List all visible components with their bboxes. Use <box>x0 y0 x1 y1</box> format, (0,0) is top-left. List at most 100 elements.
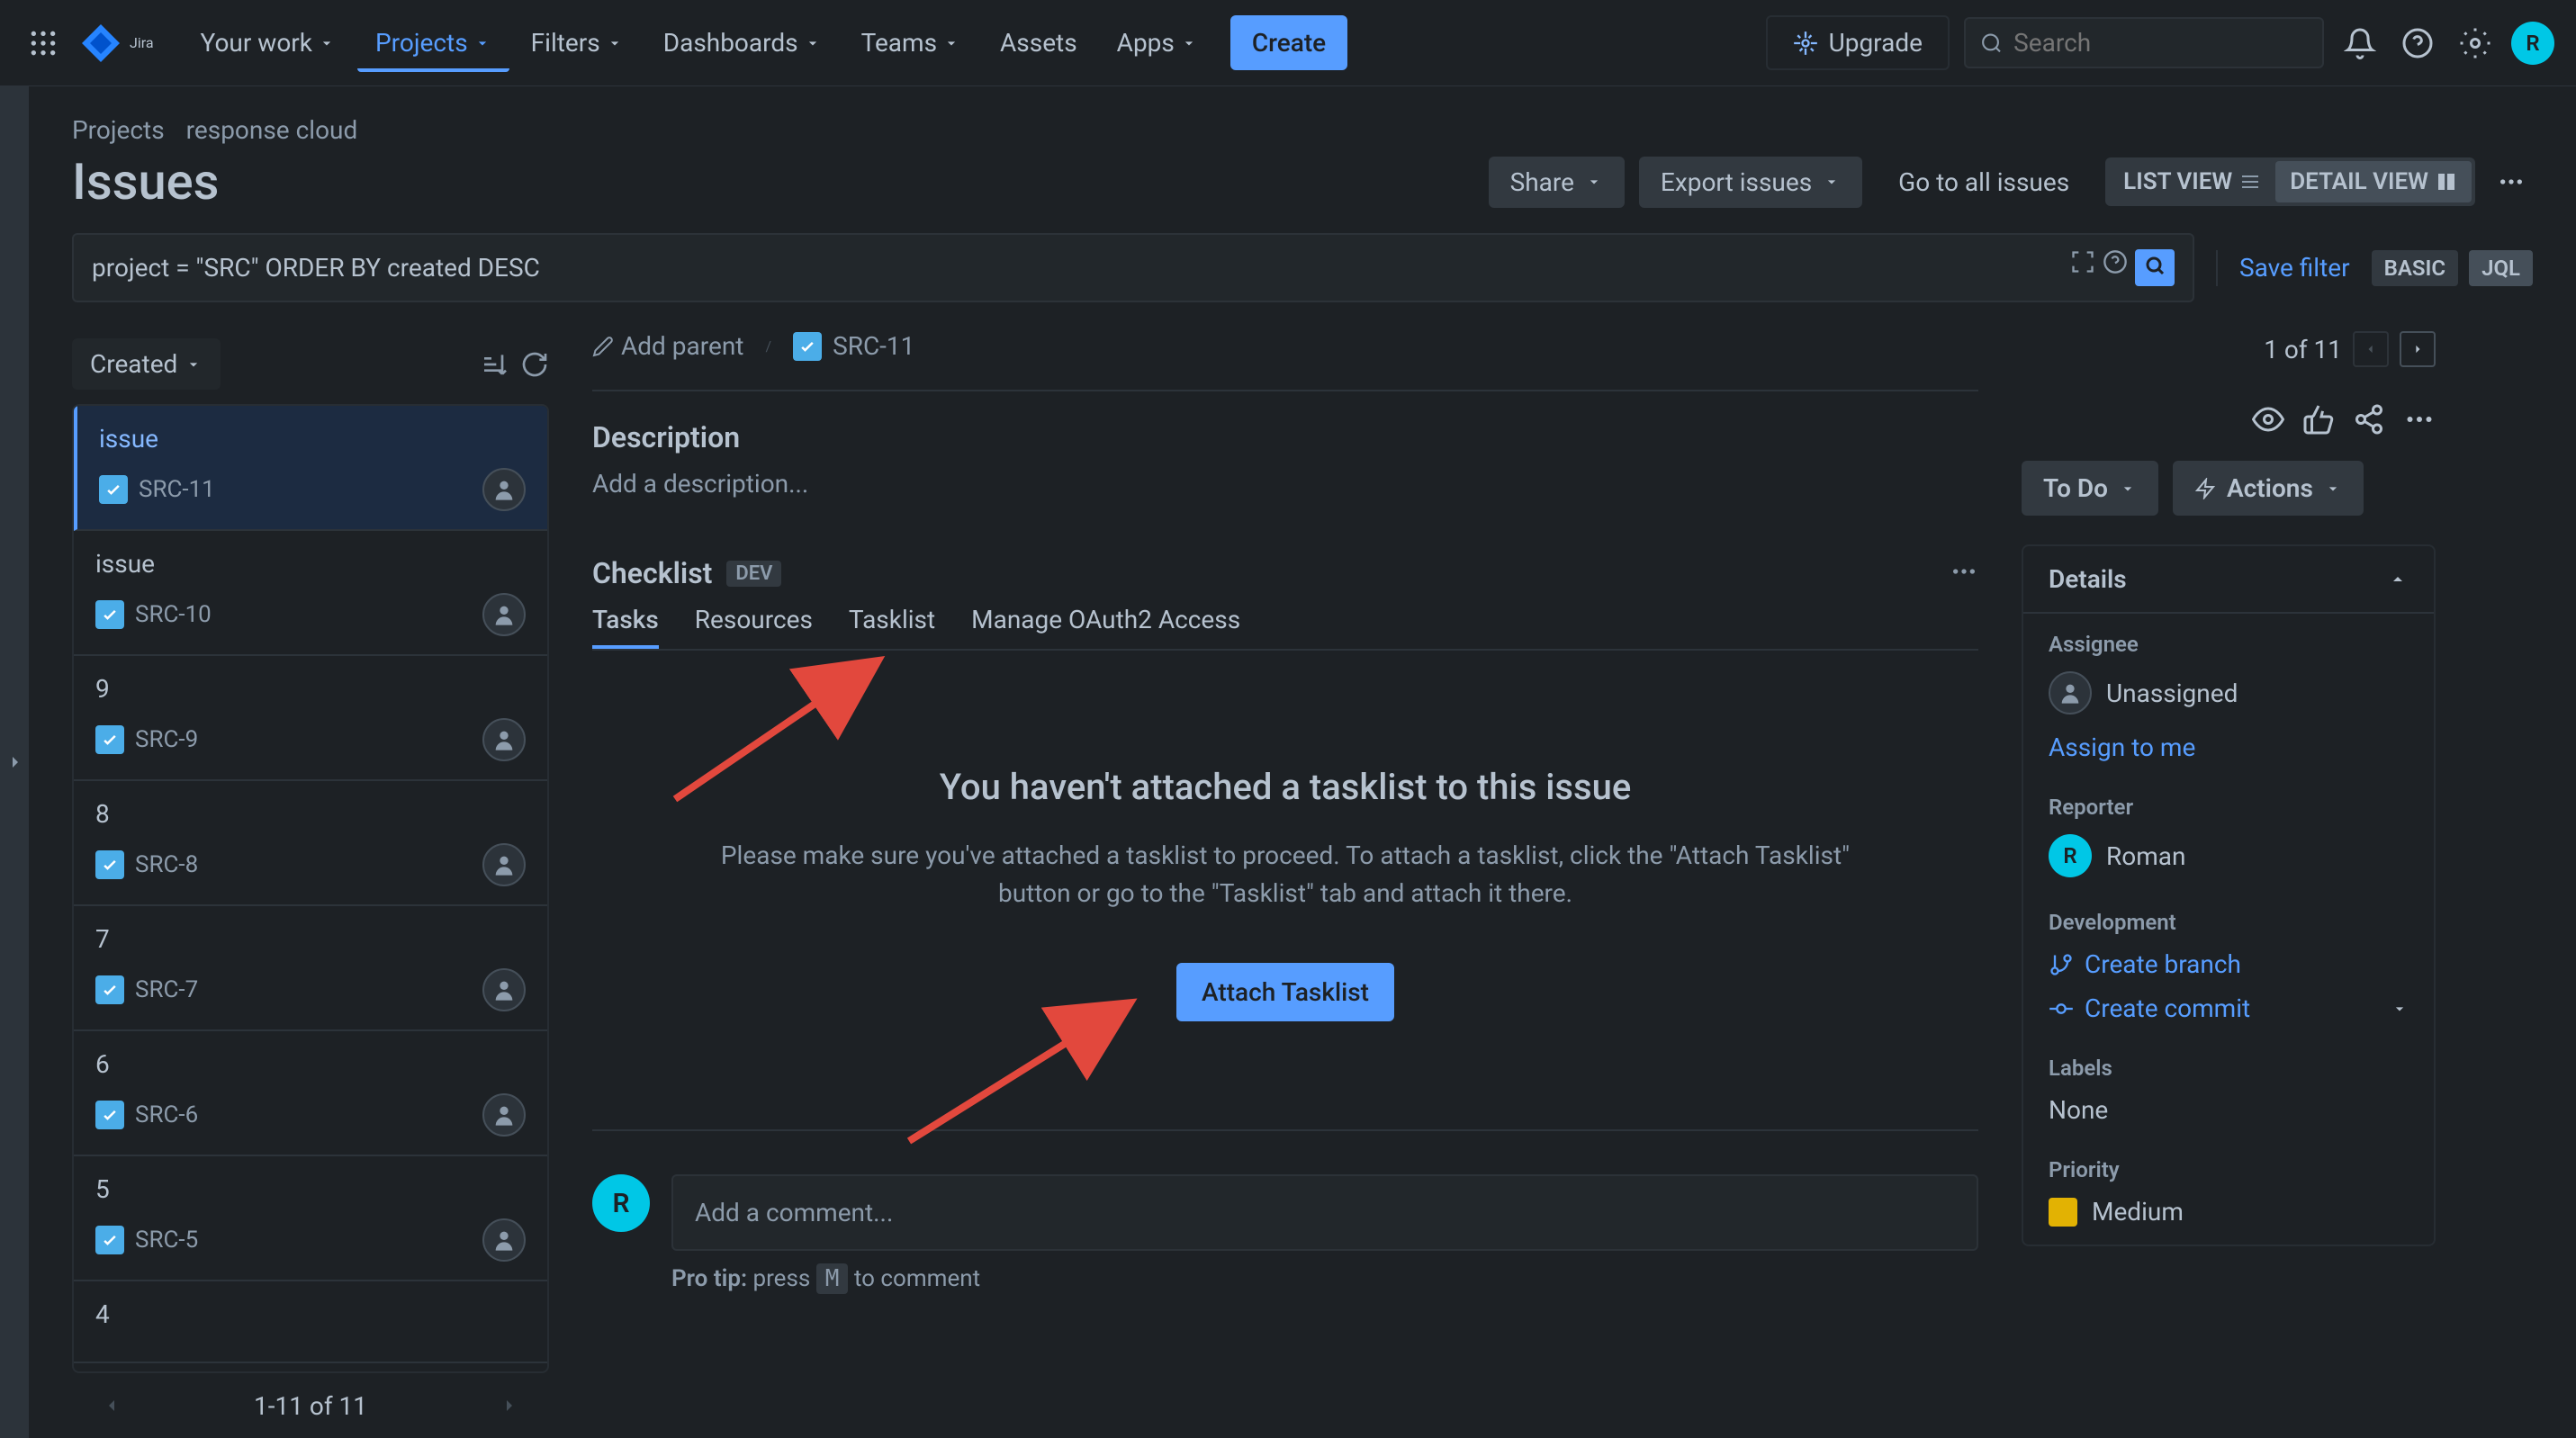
unassigned-avatar-icon <box>482 1218 526 1262</box>
assignee-label: Assignee <box>2049 632 2409 657</box>
attach-tasklist-button[interactable]: Attach Tasklist <box>1176 963 1394 1021</box>
list-view-toggle[interactable]: LIST VIEW <box>2109 161 2275 202</box>
issue-card[interactable]: 5 SRC-5 <box>74 1156 547 1281</box>
vote-icon[interactable] <box>2302 403 2335 436</box>
export-issues-button[interactable]: Export issues <box>1639 157 1862 208</box>
description-placeholder[interactable]: Add a description... <box>592 469 1978 499</box>
share-icon[interactable] <box>2353 403 2385 436</box>
nav-apps[interactable]: Apps <box>1099 13 1216 72</box>
jql-query-input[interactable]: project = "SRC" ORDER BY created DESC <box>72 233 2194 302</box>
nav-your-work[interactable]: Your work <box>183 13 354 72</box>
prev-page-button[interactable] <box>94 1388 130 1424</box>
sort-direction-icon[interactable] <box>481 350 509 379</box>
help-icon[interactable] <box>2396 22 2439 65</box>
reporter-avatar: R <box>2049 834 2092 877</box>
tab-resources[interactable]: Resources <box>695 605 813 649</box>
status-dropdown[interactable]: To Do <box>2022 461 2158 516</box>
run-query-button[interactable] <box>2135 249 2175 286</box>
logo-text: Jira <box>130 34 154 51</box>
unassigned-avatar-icon <box>482 968 526 1011</box>
create-commit-link[interactable]: Create commit <box>2049 993 2409 1023</box>
checklist-heading: Checklist <box>592 556 712 590</box>
sort-dropdown[interactable]: Created <box>72 338 221 390</box>
issue-card[interactable]: 4 <box>74 1281 547 1363</box>
priority-value[interactable]: Medium <box>2049 1197 2409 1227</box>
chevron-up-icon <box>2387 569 2409 590</box>
tab-tasklist[interactable]: Tasklist <box>849 605 935 649</box>
issue-actions-icon[interactable] <box>2403 403 2436 436</box>
breadcrumb-projects[interactable]: Projects <box>72 115 165 145</box>
pagination-text: 1-11 of 11 <box>254 1391 367 1421</box>
share-button[interactable]: Share <box>1489 157 1625 208</box>
create-branch-link[interactable]: Create branch <box>2049 949 2409 979</box>
breadcrumb-project-name[interactable]: response cloud <box>186 115 358 145</box>
task-icon <box>95 1226 124 1254</box>
nav-assets[interactable]: Assets <box>982 13 1095 72</box>
task-icon <box>95 975 124 1004</box>
unassigned-avatar-icon <box>482 843 526 886</box>
go-to-all-issues-link[interactable]: Go to all issues <box>1877 157 2091 208</box>
nav-filters[interactable]: Filters <box>513 13 642 72</box>
tab-tasks[interactable]: Tasks <box>592 605 659 649</box>
issue-card[interactable]: 8 SRC-8 <box>74 781 547 906</box>
search-input[interactable] <box>2013 28 2308 58</box>
task-icon <box>95 850 124 879</box>
details-panel-header[interactable]: Details <box>2023 546 2434 614</box>
edit-icon <box>592 336 614 357</box>
expand-icon[interactable] <box>2070 249 2095 274</box>
sidebar-expand-toggle[interactable] <box>0 86 29 1438</box>
jql-mode-badge[interactable]: JQL <box>2469 250 2533 286</box>
issue-card[interactable]: 6 SRC-6 <box>74 1031 547 1156</box>
unassigned-avatar-icon <box>482 468 526 511</box>
refresh-icon[interactable] <box>520 350 549 379</box>
commit-icon <box>2049 996 2074 1021</box>
upgrade-button[interactable]: Upgrade <box>1766 15 1950 70</box>
branch-icon <box>2049 952 2074 977</box>
tab-manage-oauth[interactable]: Manage OAuth2 Access <box>971 605 1240 649</box>
nav-projects[interactable]: Projects <box>357 13 509 72</box>
settings-icon[interactable] <box>2454 22 2497 65</box>
nav-dashboards[interactable]: Dashboards <box>645 13 840 72</box>
labels-value[interactable]: None <box>2049 1095 2409 1125</box>
user-avatar[interactable]: R <box>2511 22 2554 65</box>
unassigned-avatar-icon <box>482 593 526 636</box>
jira-logo[interactable]: Jira <box>79 22 154 65</box>
issue-card[interactable]: 9 SRC-9 <box>74 656 547 781</box>
pro-tip-text: Pro tip: press M to comment <box>671 1265 1978 1292</box>
create-button[interactable]: Create <box>1230 15 1347 70</box>
basic-mode-badge[interactable]: BASIC <box>2372 250 2459 286</box>
pager-next-button[interactable] <box>2400 331 2436 367</box>
pager-prev-button[interactable] <box>2353 331 2389 367</box>
task-icon <box>99 475 128 504</box>
task-icon <box>793 332 822 361</box>
labels-label: Labels <box>2049 1056 2409 1081</box>
more-options-icon[interactable] <box>2490 160 2533 203</box>
unassigned-avatar-icon <box>482 1093 526 1137</box>
assignee-value[interactable]: Unassigned <box>2049 671 2409 715</box>
list-view-icon <box>2239 171 2261 193</box>
actions-dropdown[interactable]: Actions <box>2173 461 2364 516</box>
app-switcher-icon[interactable] <box>22 22 65 65</box>
task-icon <box>95 600 124 629</box>
reporter-value[interactable]: R Roman <box>2049 834 2409 877</box>
add-parent-button[interactable]: Add parent <box>592 331 743 361</box>
checklist-more-icon[interactable] <box>1950 557 1978 589</box>
global-search[interactable] <box>1964 17 2324 68</box>
watch-icon[interactable] <box>2252 403 2284 436</box>
comment-input[interactable]: Add a comment... <box>671 1174 1978 1251</box>
issue-card[interactable]: issue SRC-10 <box>74 531 547 656</box>
issue-pager-text: 1 of 11 <box>2264 335 2342 364</box>
page-title: Issues <box>72 152 219 211</box>
assign-to-me-link[interactable]: Assign to me <box>2049 732 2409 762</box>
unassigned-avatar-icon <box>482 718 526 761</box>
save-filter-link[interactable]: Save filter <box>2239 253 2350 283</box>
notifications-icon[interactable] <box>2338 22 2382 65</box>
issue-key-link[interactable]: SRC-11 <box>793 331 914 361</box>
issue-card[interactable]: issue SRC-11 <box>74 406 547 531</box>
search-icon <box>1980 31 2003 56</box>
query-help-icon[interactable] <box>2103 249 2128 274</box>
next-page-button[interactable] <box>491 1388 527 1424</box>
issue-card[interactable]: 7 SRC-7 <box>74 906 547 1031</box>
nav-teams[interactable]: Teams <box>843 13 978 72</box>
detail-view-toggle[interactable]: DETAIL VIEW <box>2275 161 2472 202</box>
